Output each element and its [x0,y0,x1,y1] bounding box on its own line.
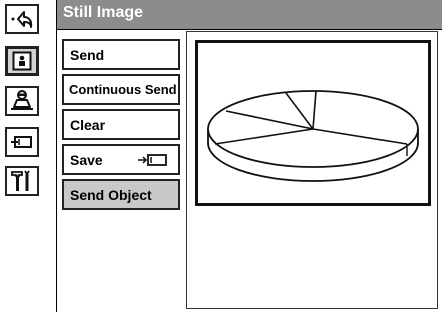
presenter-icon [11,90,33,110]
send-button[interactable]: Send [62,39,180,70]
send-label: Send [70,46,105,63]
clear-label: Clear [70,116,106,133]
tools-icon [11,170,30,191]
save-label: Save [70,151,103,168]
still-image-screen: Still Image Send Continuous Send Clear S… [0,0,442,312]
title-bar: Still Image [57,0,442,30]
save-to-card-icon [138,154,167,166]
save-button[interactable]: Save [62,144,180,175]
back-arrow-button[interactable] [5,4,39,34]
presenter-button[interactable] [5,86,39,116]
person-icon [12,51,32,71]
clear-button[interactable]: Clear [62,109,180,140]
continuous-send-label: Continuous Send [69,82,177,97]
send-object-label: Send Object [70,186,152,203]
still-image-preview [195,40,431,206]
continuous-send-button[interactable]: Continuous Send [62,74,180,105]
tools-button[interactable] [5,166,39,196]
send-object-button[interactable]: Send Object [62,179,180,210]
pie-chart-image [207,90,419,182]
still-image-button[interactable] [5,46,39,76]
page-title: Still Image [63,4,144,21]
icon-sidebar [0,0,57,312]
back-arrow-icon [11,11,33,28]
memory-card-icon [11,136,32,148]
memory-card-button[interactable] [5,127,39,157]
